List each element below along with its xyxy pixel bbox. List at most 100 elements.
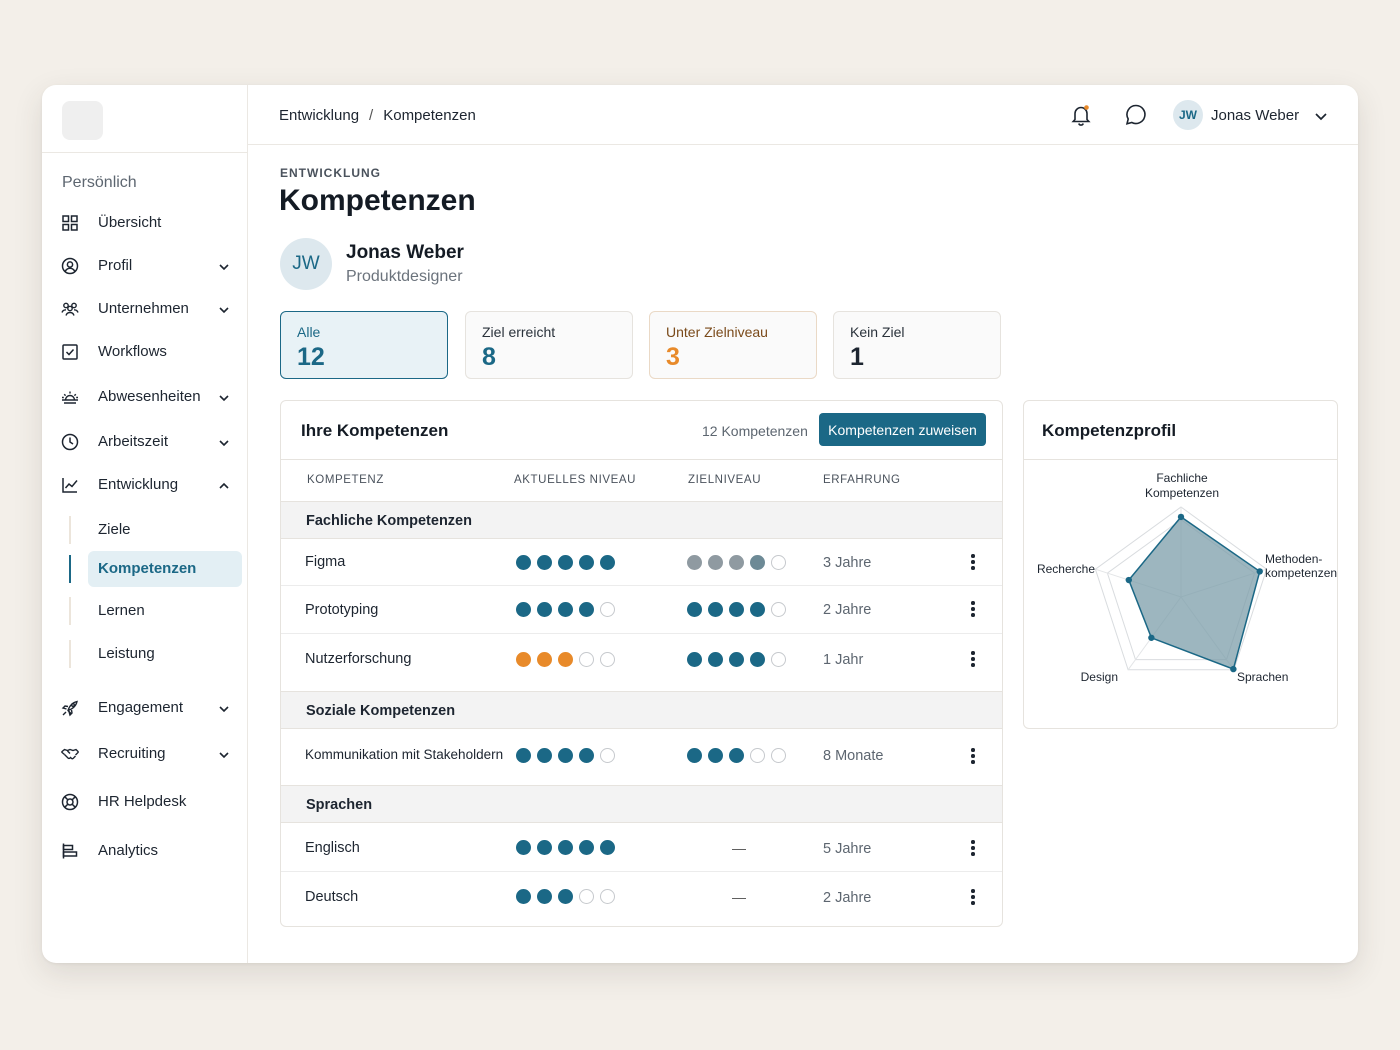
radar-label-fachliche-2: Kompetenzen <box>1145 486 1219 500</box>
assign-competencies-button[interactable]: Kompetenzen zuweisen <box>819 413 986 446</box>
sidebar-item-abwesenheiten[interactable]: Abwesenheiten <box>42 379 248 415</box>
more-options-icon[interactable] <box>969 553 977 571</box>
user-name[interactable]: Jonas Weber <box>1211 107 1299 124</box>
current-level-dots <box>516 555 615 570</box>
chat-bubble-icon[interactable] <box>1123 102 1149 128</box>
table-row[interactable]: Deutsch — 2 Jahre <box>281 872 1002 926</box>
level-dot-empty <box>771 748 786 763</box>
level-dot-empty <box>600 889 615 904</box>
subitem-indicator <box>69 516 71 544</box>
radar-point <box>1230 665 1237 673</box>
chevron-up-icon[interactable] <box>217 479 231 493</box>
level-dot-filled <box>537 748 552 763</box>
level-dot-filled <box>708 748 723 763</box>
filter-card-alle[interactable]: Alle 12 <box>280 311 448 379</box>
chart-line-icon <box>62 478 78 493</box>
chevron-down-icon[interactable] <box>217 260 231 274</box>
sidebar-item-arbeitszeit[interactable]: Arbeitszeit <box>42 424 248 460</box>
sidebar-subitem-ziele[interactable]: Ziele <box>69 512 242 548</box>
table-row[interactable]: Figma 3 Jahre <box>281 539 1002 586</box>
sidebar-item-uebersicht[interactable]: Übersicht <box>42 205 248 241</box>
more-options-icon[interactable] <box>969 600 977 618</box>
more-options-icon[interactable] <box>969 839 977 857</box>
current-level-dots <box>516 748 615 763</box>
current-level-dots <box>516 889 615 904</box>
sidebar-item-analytics[interactable]: Analytics <box>42 833 248 869</box>
bell-icon[interactable] <box>1068 102 1094 128</box>
breadcrumb-parent[interactable]: Entwicklung <box>279 107 359 124</box>
lifebuoy-icon <box>61 793 79 811</box>
subitem-indicator <box>69 640 71 668</box>
group-label: Sprachen <box>306 797 373 813</box>
level-dot-filled <box>516 748 531 763</box>
column-header-kompetenz[interactable]: KOMPETENZ <box>307 474 384 486</box>
more-options-icon[interactable] <box>969 888 977 906</box>
filter-card-label: Kein Ziel <box>850 324 905 340</box>
sidebar-item-entwicklung[interactable]: Entwicklung <box>42 467 248 503</box>
person-role: Produktdesigner <box>346 268 463 285</box>
column-header-zielniveau[interactable]: ZIELNIVEAU <box>688 474 761 486</box>
filter-card-unter-zielniveau[interactable]: Unter Zielniveau 3 <box>649 311 817 379</box>
sidebar-item-unternehmen[interactable]: Unternehmen <box>42 291 248 327</box>
rocket-icon <box>61 700 78 717</box>
sidebar-subitem-kompetenzen[interactable]: Kompetenzen <box>69 551 242 587</box>
table-row[interactable]: Kommunikation mit Stakeholdern 8 Monate <box>281 729 1002 785</box>
sidebar-item-recruiting[interactable]: Recruiting <box>42 736 248 772</box>
level-dot-filled <box>558 748 573 763</box>
filter-card-label: Alle <box>297 324 321 340</box>
chevron-down-icon[interactable] <box>217 436 231 450</box>
radar-label-fachliche-1: Fachliche <box>1156 471 1208 485</box>
level-dot-filled <box>708 602 723 617</box>
experience: 2 Jahre <box>823 602 872 618</box>
sidebar-item-profil[interactable]: Profil <box>42 248 248 284</box>
person-avatar: JW <box>280 238 332 290</box>
chevron-down-icon[interactable] <box>1313 108 1329 124</box>
filter-card-kein-ziel[interactable]: Kein Ziel 1 <box>833 311 1001 379</box>
filter-card-label: Ziel erreicht <box>482 324 556 340</box>
table-row[interactable]: Prototyping 2 Jahre <box>281 586 1002 634</box>
level-dot-filled <box>708 555 723 570</box>
sidebar-item-engagement[interactable]: Engagement <box>42 690 248 726</box>
logo[interactable] <box>62 101 103 140</box>
subitem-indicator <box>69 597 71 625</box>
chevron-down-icon[interactable] <box>217 702 231 716</box>
level-dot-filled <box>516 840 531 855</box>
sidebar-item-workflows[interactable]: Workflows <box>42 334 248 370</box>
page-eyebrow: ENTWICKLUNG <box>280 166 381 180</box>
level-dot-filled <box>558 652 573 667</box>
subitem-indicator <box>69 555 71 583</box>
divider <box>281 459 1002 460</box>
filter-card-ziel-erreicht[interactable]: Ziel erreicht 8 <box>465 311 633 379</box>
sidebar-item-hr-helpdesk[interactable]: HR Helpdesk <box>42 784 248 820</box>
level-dot-filled <box>729 602 744 617</box>
sidebar-item-label: Profil <box>98 257 133 274</box>
competency-name: Deutsch <box>305 889 359 905</box>
sunrise-icon <box>62 391 78 404</box>
column-header-erfahrung[interactable]: ERFAHRUNG <box>823 474 901 486</box>
main-content: ENTWICKLUNG Kompetenzen JW Jonas Weber P… <box>248 145 1358 963</box>
competency-name: Prototyping <box>305 602 379 618</box>
more-options-icon[interactable] <box>969 747 977 765</box>
level-dot-filled <box>687 748 702 763</box>
level-dot-empty <box>600 602 615 617</box>
level-dot-filled <box>537 652 552 667</box>
experience: 5 Jahre <box>823 841 872 857</box>
table-row[interactable]: Englisch — 5 Jahre <box>281 823 1002 872</box>
current-level-dots <box>516 840 615 855</box>
level-dot-filled <box>579 555 594 570</box>
more-options-icon[interactable] <box>969 650 977 668</box>
table-row[interactable]: Nutzerforschung 1 Jahr <box>281 634 1002 691</box>
level-dot-filled <box>687 555 702 570</box>
chevron-down-icon[interactable] <box>217 391 231 405</box>
radar-label-design: Design <box>1081 670 1118 684</box>
sidebar-item-label: Workflows <box>98 343 167 360</box>
experience: 3 Jahre <box>823 555 872 571</box>
level-dot-empty <box>771 555 786 570</box>
level-dot-filled <box>750 602 765 617</box>
sidebar-subitem-leistung[interactable]: Leistung <box>69 636 242 672</box>
chevron-down-icon[interactable] <box>217 748 231 762</box>
chevron-down-icon[interactable] <box>217 303 231 317</box>
sidebar-subitem-lernen[interactable]: Lernen <box>69 593 242 629</box>
column-header-aktuelles-niveau[interactable]: AKTUELLES NIVEAU <box>514 474 636 486</box>
user-avatar[interactable]: JW <box>1173 100 1203 130</box>
